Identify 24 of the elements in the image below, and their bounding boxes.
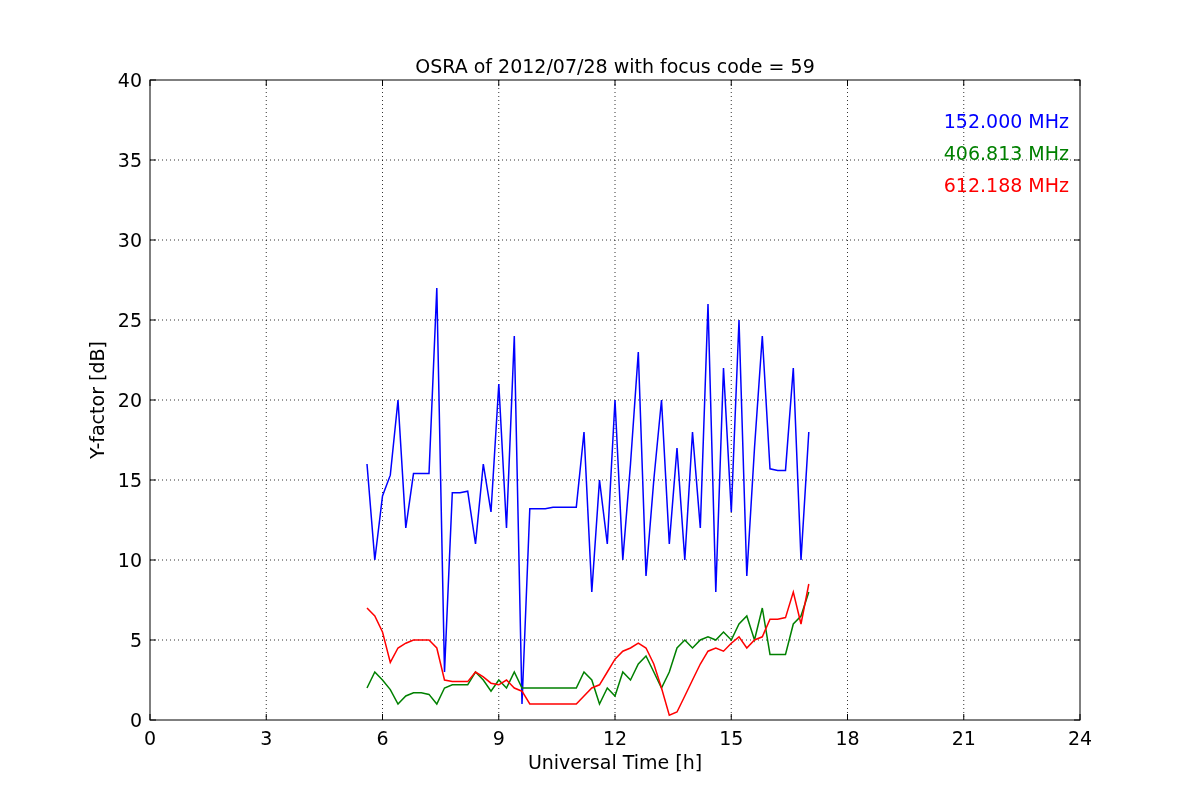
legend-label: 406.813 MHz [943, 142, 1069, 164]
tick-label: 15 [117, 469, 142, 491]
tick-label: 21 [951, 727, 976, 749]
tick-label: 30 [117, 229, 142, 251]
tick-label: 25 [117, 309, 142, 331]
tick-label: 5 [129, 629, 142, 651]
tick-label: 18 [835, 727, 860, 749]
tick-label: 0 [129, 709, 142, 731]
y-axis-label: Y-factor [dB] [86, 341, 108, 459]
tick-label: 24 [1067, 727, 1093, 749]
tick-label: 0 [143, 727, 157, 749]
tick-label: 35 [117, 149, 142, 171]
chart-title: OSRA of 2012/07/28 with focus code = 59 [415, 55, 815, 77]
legend-label: 612.188 MHz [943, 174, 1069, 196]
tick-label: 20 [117, 389, 142, 411]
tick-label: 9 [492, 727, 505, 749]
tick-label: 10 [117, 549, 142, 571]
tick-label: 15 [719, 727, 744, 749]
x-axis-label: Universal Time [h] [527, 751, 703, 773]
tick-label: 6 [376, 727, 389, 749]
tick-label: 40 [117, 69, 142, 91]
tick-label: 12 [602, 727, 628, 749]
legend-label: 152.000 MHz [943, 110, 1069, 132]
tick-label: 3 [260, 727, 273, 749]
